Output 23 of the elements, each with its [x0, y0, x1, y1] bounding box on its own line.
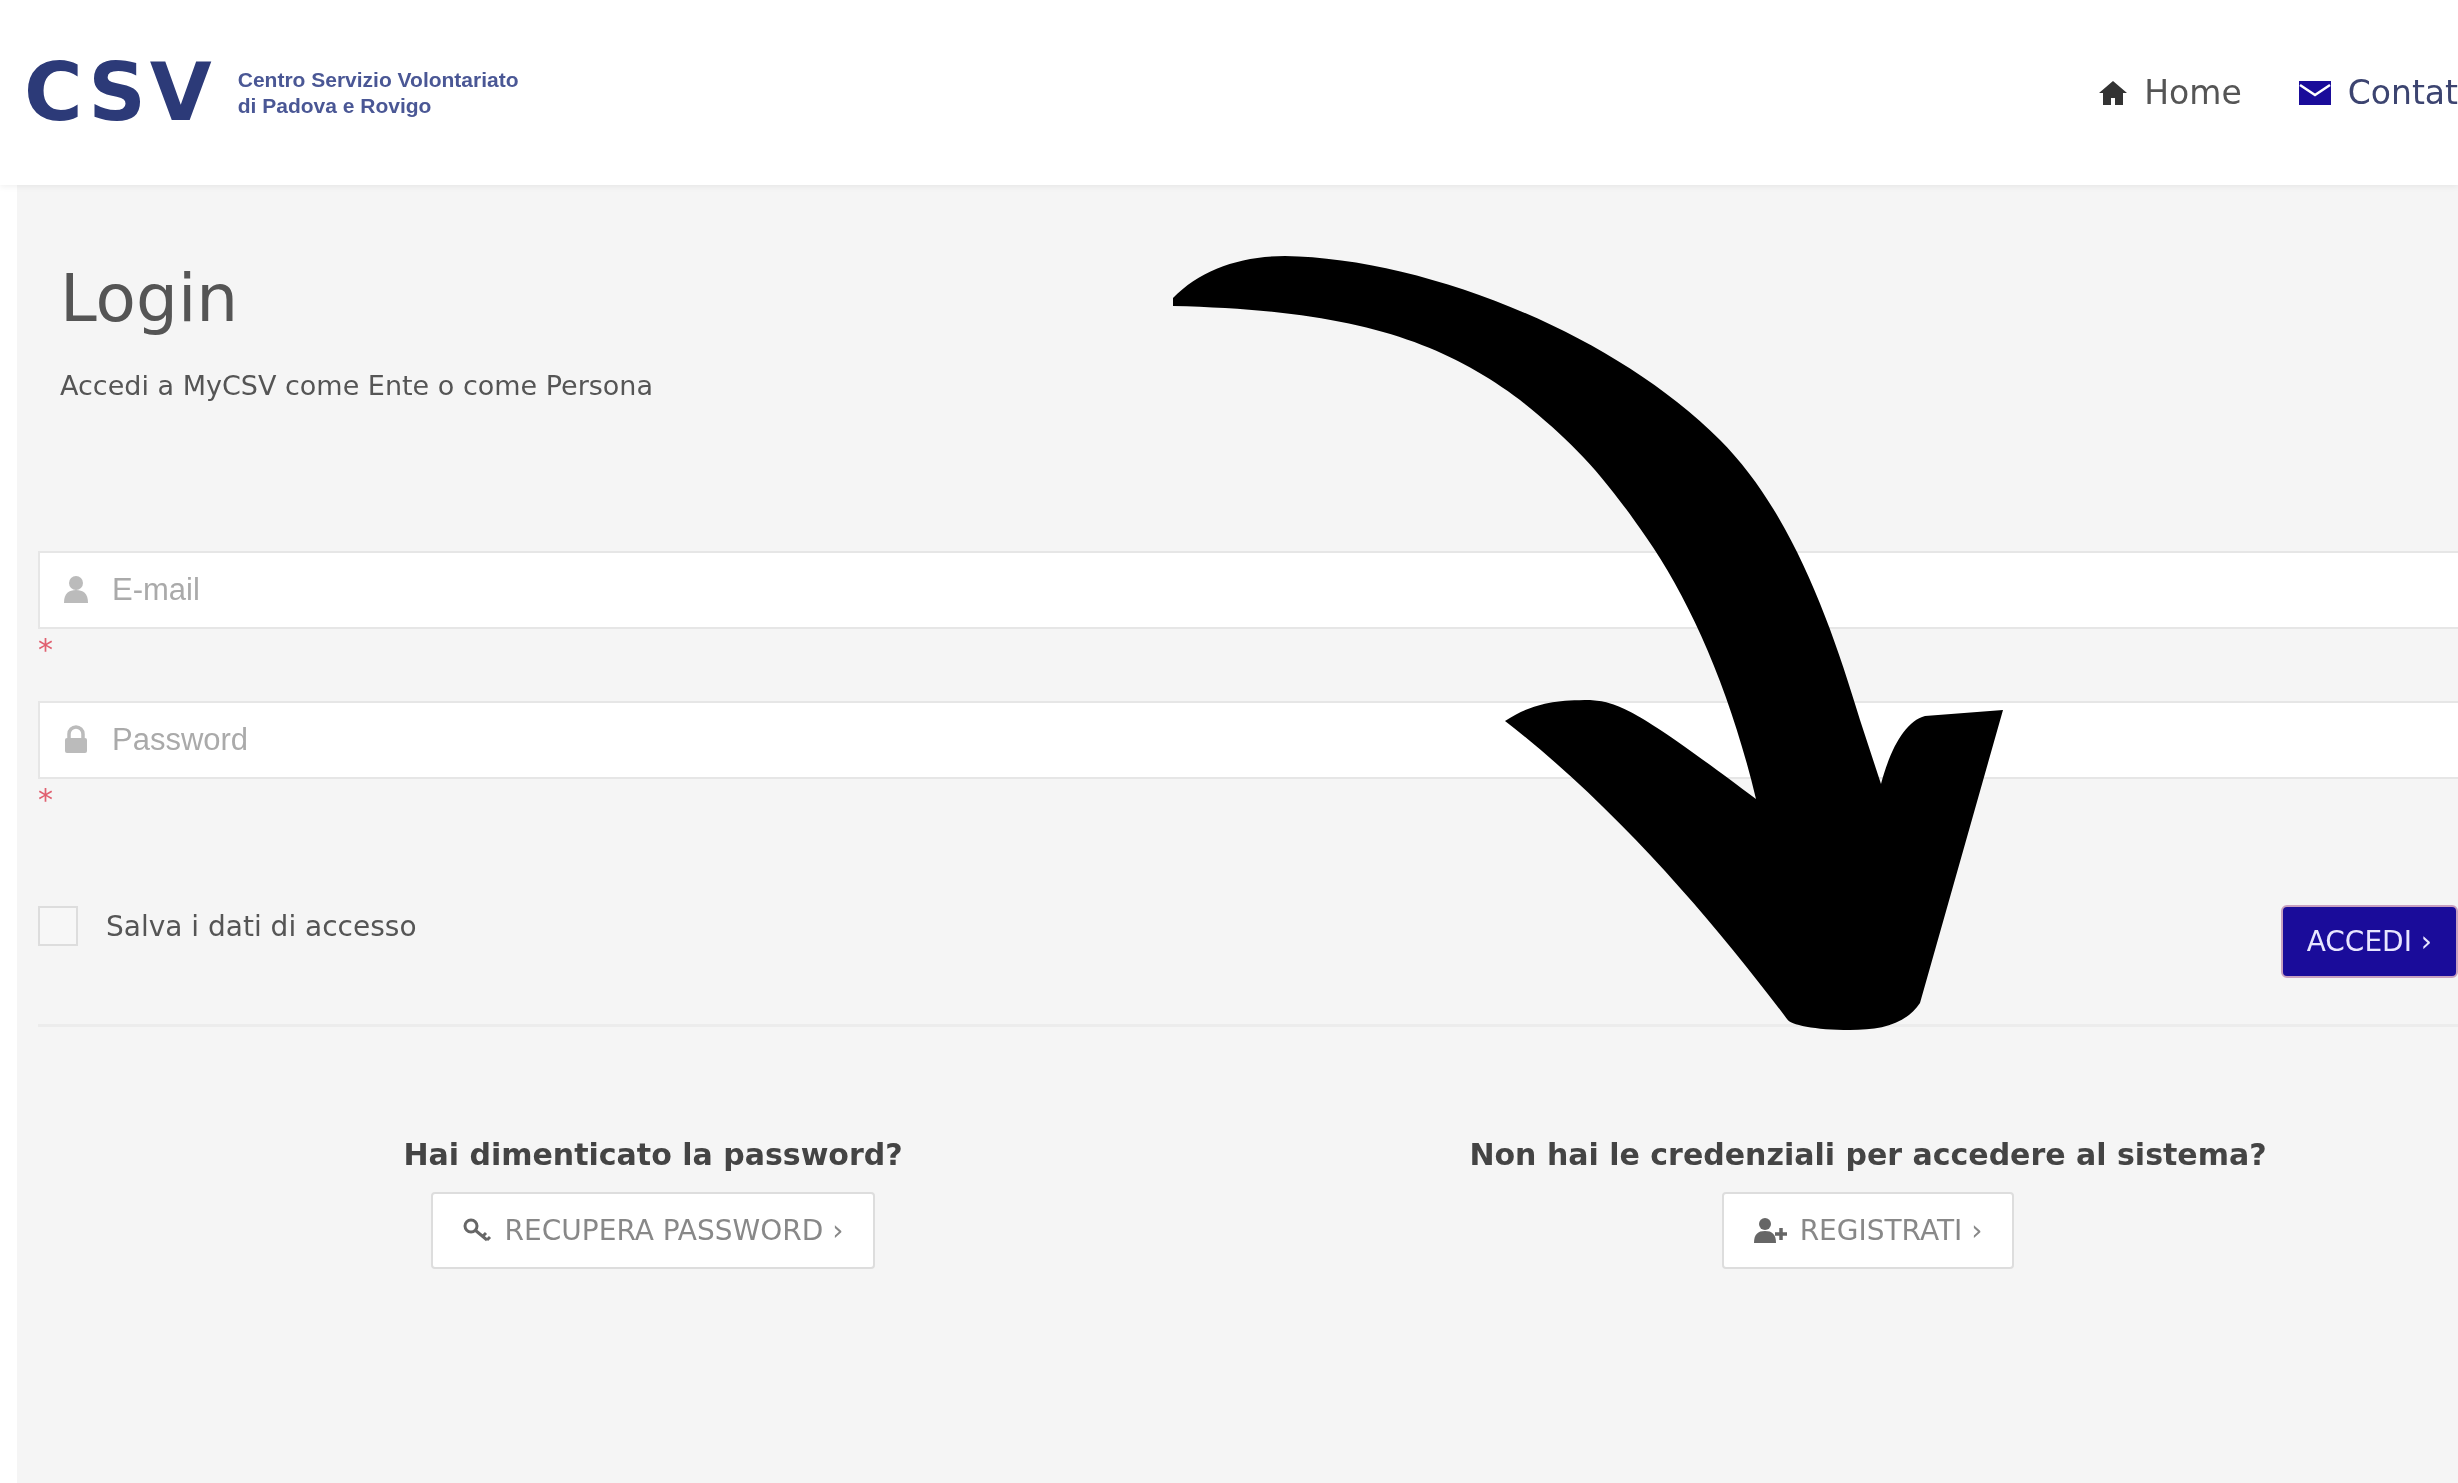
- key-icon: [462, 1218, 493, 1243]
- recover-password-button[interactable]: RECUPERA PASSWORD ›: [430, 1191, 876, 1269]
- help-question: Hai dimenticato la password?: [403, 1136, 903, 1172]
- email-field[interactable]: E-mail: [38, 550, 2458, 629]
- logo-text: Centro Servizio Volontariato: [237, 67, 519, 93]
- add-user-icon: [1753, 1217, 1788, 1244]
- checkbox-label: Salva i dati di accesso: [106, 909, 417, 943]
- lock-icon: [64, 724, 88, 753]
- user-icon: [64, 574, 88, 603]
- logo-mark: CSV: [24, 52, 216, 133]
- login-button[interactable]: ACCEDI ›: [2280, 904, 2458, 978]
- page-title: Login: [60, 263, 240, 336]
- home-icon: [2098, 79, 2129, 106]
- mail-icon: [2297, 79, 2332, 106]
- logo-text: di Padova e Rovigo: [237, 92, 433, 118]
- help-question: Non hai le credenziali per accedere al sistema?: [1469, 1136, 2267, 1172]
- nav-link[interactable]: Contat: [2297, 73, 2458, 112]
- required-mark: *: [38, 634, 53, 665]
- required-mark: *: [38, 784, 53, 815]
- nav-link[interactable]: Home: [2098, 73, 2242, 112]
- page-subtitle: Accedi a MyCSV come Ente o come Persona: [60, 369, 654, 401]
- register-button[interactable]: REGISTRATI ›: [1721, 1191, 2015, 1269]
- checkbox[interactable]: [38, 906, 78, 947]
